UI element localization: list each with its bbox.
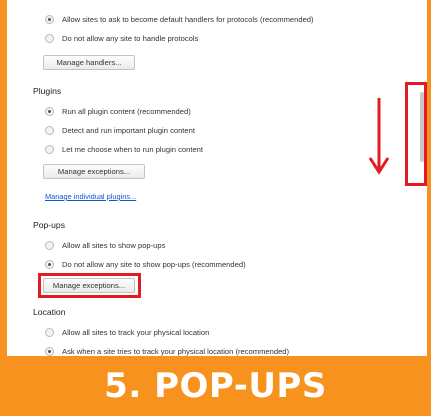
- settings-panel: Allow sites to ask to become default han…: [7, 0, 427, 356]
- radio-label: Run all plugin content (recommended): [62, 106, 191, 116]
- location-heading: Location: [33, 307, 66, 317]
- radio-label: Detect and run important plugin content: [62, 125, 195, 135]
- radio-button[interactable]: [45, 33, 54, 43]
- radio-location-ask[interactable]: Ask when a site tries to track your phys…: [45, 344, 289, 356]
- popups-heading: Pop-ups: [33, 220, 66, 230]
- radio-popups-block[interactable]: Do not allow any site to show pop-ups (r…: [45, 257, 246, 271]
- banner-title: 5. POP-UPS: [104, 366, 327, 406]
- down-arrow-icon: [368, 98, 390, 175]
- radio-label: Do not allow any site to show pop-ups (r…: [62, 259, 246, 269]
- radio-button[interactable]: [45, 240, 54, 250]
- highlight-box-manage-exceptions: [38, 273, 141, 298]
- manage-plugin-exceptions-button[interactable]: Manage exceptions...: [43, 164, 145, 179]
- highlight-box-scrollbar: [405, 82, 427, 186]
- radio-location-allow[interactable]: Allow all sites to track your physical l…: [45, 325, 209, 339]
- radio-protocols-allow[interactable]: Allow sites to ask to become default han…: [45, 12, 314, 26]
- radio-button[interactable]: [45, 346, 54, 356]
- radio-popups-allow[interactable]: Allow all sites to show pop-ups: [45, 238, 165, 252]
- radio-label: Let me choose when to run plugin content: [62, 144, 203, 154]
- radio-button[interactable]: [45, 327, 54, 337]
- settings-content: Allow sites to ask to become default han…: [7, 0, 427, 356]
- radio-label: Allow all sites to show pop-ups: [62, 240, 166, 250]
- radio-label: Do not allow any site to handle protocol…: [62, 33, 199, 43]
- radio-label: Allow all sites to track your physical l…: [62, 327, 210, 337]
- radio-plugins-run-all[interactable]: Run all plugin content (recommended): [45, 104, 191, 118]
- radio-label: Ask when a site tries to track your phys…: [62, 346, 290, 356]
- manage-handlers-button[interactable]: Manage handlers...: [43, 55, 135, 70]
- radio-button[interactable]: [45, 14, 54, 24]
- radio-button[interactable]: [45, 259, 54, 269]
- radio-button[interactable]: [45, 144, 54, 154]
- radio-protocols-deny[interactable]: Do not allow any site to handle protocol…: [45, 31, 198, 45]
- title-banner: 5. POP-UPS: [0, 356, 431, 416]
- radio-plugins-choose[interactable]: Let me choose when to run plugin content: [45, 142, 203, 156]
- radio-button[interactable]: [45, 125, 54, 135]
- manage-individual-plugins-link[interactable]: Manage individual plugins...: [45, 192, 136, 201]
- radio-label: Allow sites to ask to become default han…: [62, 14, 314, 24]
- plugins-heading: Plugins: [33, 86, 62, 96]
- radio-plugins-detect[interactable]: Detect and run important plugin content: [45, 123, 195, 137]
- radio-button[interactable]: [45, 106, 54, 116]
